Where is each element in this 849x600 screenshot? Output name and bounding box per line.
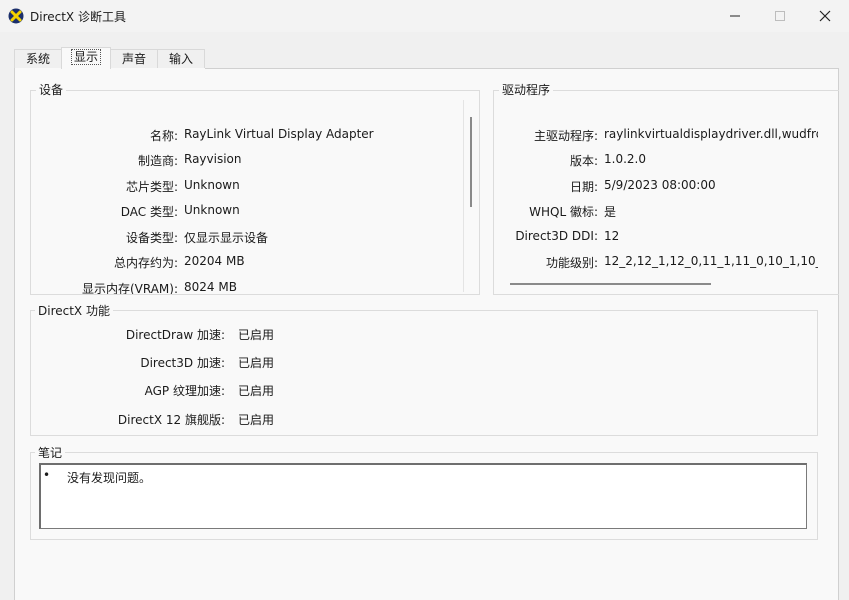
directdraw-accel-value: 已启用: [238, 328, 275, 342]
window-title: DirectX 诊断工具: [30, 10, 126, 24]
vertical-scrollbar-track: [463, 100, 464, 292]
maximize-icon: [775, 11, 785, 21]
tab-display[interactable]: 显示: [61, 47, 111, 69]
feature-level-label: 功能级别:: [545, 256, 598, 270]
driver-group-title: 驱动程序: [499, 83, 554, 97]
directx12-ultimate-value: 已启用: [238, 413, 275, 427]
device-name-label: 名称:: [149, 129, 178, 143]
minimize-icon: [730, 15, 740, 17]
agp-texture-accel-label: AGP 纹理加速:: [144, 384, 225, 398]
notes-textbox[interactable]: • 没有发现问题。: [39, 463, 807, 529]
tab-sound[interactable]: 声音: [110, 49, 158, 68]
close-button[interactable]: [802, 0, 848, 32]
notes-item: 没有发现问题。: [67, 471, 152, 485]
agp-texture-accel-value: 已启用: [238, 384, 275, 398]
vram-label: 显示内存(VRAM):: [81, 282, 178, 294]
vertical-scrollbar-thumb[interactable]: [470, 117, 472, 207]
notes-title: 笔记: [35, 446, 66, 460]
date-value: 5/9/2023 08:00:00: [604, 178, 716, 192]
tab-input[interactable]: 输入: [157, 49, 205, 68]
directx-icon: [8, 8, 24, 24]
manufacturer-value: Rayvision: [184, 152, 242, 166]
d3d-ddi-value: 12: [604, 229, 620, 243]
dac-type-value: Unknown: [184, 203, 240, 217]
directdraw-accel-label: DirectDraw 加速:: [125, 328, 225, 342]
version-value: 1.0.2.0: [604, 152, 646, 166]
device-group-title: 设备: [36, 83, 67, 97]
device-scroll-area[interactable]: 名称: RayLink Virtual Display Adapter 制造商:…: [30, 90, 474, 294]
device-type-value: 仅显示显示设备: [184, 231, 269, 245]
horizontal-scrollbar-thumb[interactable]: [510, 283, 711, 285]
title-bar[interactable]: DirectX 诊断工具: [0, 0, 849, 32]
date-label: 日期:: [569, 180, 598, 194]
tab-system[interactable]: 系统: [14, 49, 62, 68]
whql-value: 是: [604, 205, 617, 219]
device-name-value: RayLink Virtual Display Adapter: [184, 127, 374, 141]
main-driver-label: 主驱动程序:: [533, 129, 598, 143]
feature-level-value: 12_2,12_1,12_0,11_1,11_0,10_1,10_0,9_3: [604, 254, 818, 268]
manufacturer-label: 制造商:: [137, 154, 178, 168]
direct3d-accel-label: Direct3D 加速:: [140, 356, 225, 370]
close-icon: [819, 10, 831, 22]
chip-type-value: Unknown: [184, 178, 240, 192]
driver-scroll-area[interactable]: 主驱动程序: raylinkvirtualdisplaydriver.dll,w…: [494, 90, 818, 290]
tab-label: 系统: [25, 52, 50, 66]
tab-label: 显示: [70, 49, 101, 65]
tab-label: 声音: [121, 52, 146, 66]
directx-features-title: DirectX 功能: [35, 304, 113, 318]
total-memory-label: 总内存约为:: [113, 256, 178, 270]
main-driver-value: raylinkvirtualdisplaydriver.dll,wudfrd.s…: [604, 127, 818, 141]
d3d-ddi-label: Direct3D DDI:: [515, 229, 598, 243]
chip-type-label: 芯片类型:: [125, 180, 178, 194]
maximize-button[interactable]: [757, 0, 803, 32]
direct3d-accel-value: 已启用: [238, 356, 275, 370]
device-type-label: 设备类型:: [125, 231, 178, 245]
version-label: 版本:: [569, 154, 598, 168]
tab-strip-border: [205, 68, 838, 69]
dac-type-label: DAC 类型:: [120, 205, 178, 219]
whql-label: WHQL 徽标:: [529, 205, 598, 219]
directx12-ultimate-label: DirectX 12 旗舰版:: [117, 413, 225, 427]
bullet-icon: •: [43, 468, 51, 482]
minimize-button[interactable]: [712, 0, 758, 32]
total-memory-value: 20204 MB: [184, 254, 245, 268]
tab-label: 输入: [168, 52, 193, 66]
vram-value: 8024 MB: [184, 280, 237, 294]
